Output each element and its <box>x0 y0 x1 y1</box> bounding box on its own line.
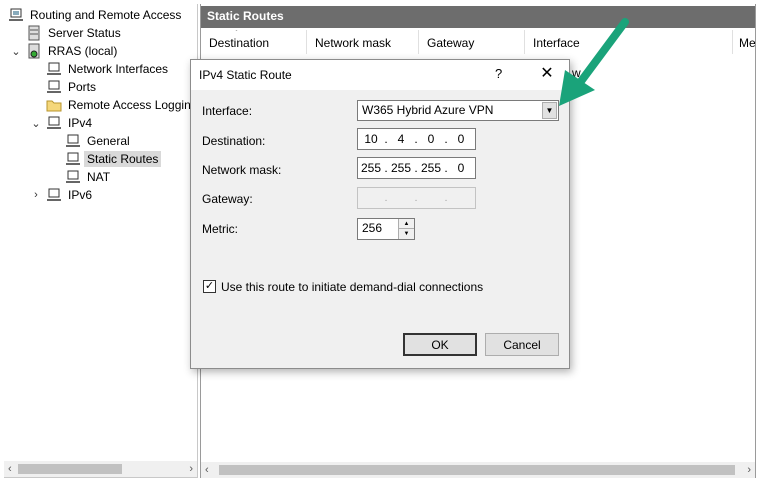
tree-label: General <box>87 134 130 148</box>
folder-icon <box>46 100 62 112</box>
server-console-icon <box>9 8 23 21</box>
tree-label: IPv4 <box>68 116 93 130</box>
close-icon[interactable]: ✕ <box>539 63 555 83</box>
tree-item-ports[interactable]: Ports <box>46 78 99 96</box>
demand-dial-checkbox[interactable]: ✓ <box>203 280 216 293</box>
scroll-thumb[interactable] <box>219 465 735 475</box>
ip-octet[interactable]: 10 <box>358 132 384 146</box>
dialog-title: IPv4 Static Route <box>199 68 292 82</box>
collapse-icon[interactable]: ⌄ <box>30 114 42 132</box>
gateway-ip-field: . . . <box>357 187 476 209</box>
gateway-label: Gateway: <box>202 192 253 206</box>
server-icon <box>28 43 40 59</box>
column-header-gateway[interactable]: Gateway <box>419 30 525 54</box>
spin-buttons[interactable]: ▲ ▼ <box>398 219 414 239</box>
tree-label: Server Status <box>48 26 121 40</box>
tree-item-network-interfaces[interactable]: Network Interfaces <box>46 60 171 78</box>
spin-up-icon[interactable]: ▲ <box>399 219 414 229</box>
tree-label: Static Routes <box>84 151 162 167</box>
ok-button[interactable]: OK <box>403 333 477 356</box>
network-icon <box>66 152 80 165</box>
ip-octet[interactable]: 255 <box>418 161 444 175</box>
tree-label: Routing and Remote Access <box>30 8 182 22</box>
dialog-titlebar: IPv4 Static Route <box>191 60 569 90</box>
metric-label: Metric: <box>202 222 238 236</box>
tree-horizontal-scrollbar[interactable]: ‹ › <box>4 461 197 477</box>
column-header-metric[interactable]: Me <box>733 30 755 54</box>
ip-octet[interactable]: 0 <box>448 132 474 146</box>
network-icon <box>47 116 61 129</box>
spin-down-icon[interactable]: ▼ <box>399 229 414 239</box>
scroll-thumb[interactable] <box>18 464 122 474</box>
column-header-destination[interactable]: ˇ Destination <box>201 30 307 54</box>
tree-label: NAT <box>87 170 111 184</box>
ip-octet[interactable]: 255 <box>358 161 384 175</box>
tree-item-nat[interactable]: NAT <box>65 168 113 186</box>
scroll-left-icon[interactable]: ‹ <box>205 464 209 476</box>
tree-item-ipv6[interactable]: IPv6 <box>46 186 95 204</box>
interface-value: W365 Hybrid Azure VPN <box>362 103 494 117</box>
tree-item-rras-local[interactable]: RRAS (local) <box>26 42 120 60</box>
pane-title: Static Routes <box>201 6 755 28</box>
help-button[interactable]: ? <box>495 66 502 81</box>
server-status-icon <box>28 25 40 41</box>
tree-item-ipv4[interactable]: IPv4 <box>46 114 95 132</box>
network-icon <box>47 62 61 75</box>
pane-horizontal-scrollbar[interactable]: ‹ › <box>201 462 755 478</box>
tree-label: Remote Access Logging <box>68 98 198 112</box>
tree-item-remote-access-logging[interactable]: Remote Access Logging <box>46 96 198 114</box>
scroll-right-icon[interactable]: › <box>747 464 751 476</box>
expand-icon[interactable]: › <box>30 186 42 204</box>
tree-label: RRAS (local) <box>48 44 118 58</box>
ip-octet[interactable]: 4 <box>388 132 414 146</box>
metric-spinbox[interactable]: 256 ▲ ▼ <box>357 218 415 240</box>
tree-label: IPv6 <box>68 188 93 202</box>
interface-label: Interface: <box>202 104 253 118</box>
console-tree: Routing and Remote Access Server Status … <box>4 4 198 478</box>
ipv4-static-route-dialog: IPv4 Static Route ? ✕ Interface: W365 Hy… <box>190 59 570 369</box>
sort-icon: ˇ <box>235 30 238 38</box>
tree-item-server-status[interactable]: Server Status <box>26 24 124 42</box>
ip-octet[interactable]: 0 <box>448 161 474 175</box>
network-icon <box>47 188 61 201</box>
tree-item-general[interactable]: General <box>65 132 133 150</box>
collapse-icon[interactable]: ⌄ <box>10 42 22 60</box>
network-icon <box>66 170 80 183</box>
network-icon <box>66 134 80 147</box>
destination-ip-field[interactable]: 10. 4. 0. 0 <box>357 128 476 150</box>
column-header-network-mask[interactable]: Network mask <box>307 30 419 54</box>
ports-icon <box>47 80 61 93</box>
interface-dropdown[interactable]: W365 Hybrid Azure VPN ▼ <box>357 100 559 121</box>
metric-value[interactable]: 256 <box>362 221 382 235</box>
tree-root[interactable]: Routing and Remote Access <box>8 6 184 24</box>
annotation-arrow-icon <box>559 18 629 106</box>
demand-dial-checkbox-label[interactable]: Use this route to initiate demand-dial c… <box>221 280 483 294</box>
network-mask-field[interactable]: 255. 255. 255. 0 <box>357 157 476 179</box>
destination-label: Destination: <box>202 134 266 148</box>
scroll-left-icon[interactable]: ‹ <box>8 463 12 475</box>
ip-octet[interactable]: 0 <box>418 132 444 146</box>
ip-octet[interactable]: 255 <box>388 161 414 175</box>
cancel-button[interactable]: Cancel <box>485 333 559 356</box>
network-mask-label: Network mask: <box>202 163 282 177</box>
tree-item-static-routes[interactable]: Static Routes <box>65 150 162 168</box>
tree-label: Ports <box>68 80 97 94</box>
tree-label: Network Interfaces <box>68 62 169 76</box>
scroll-right-icon[interactable]: › <box>189 463 193 475</box>
